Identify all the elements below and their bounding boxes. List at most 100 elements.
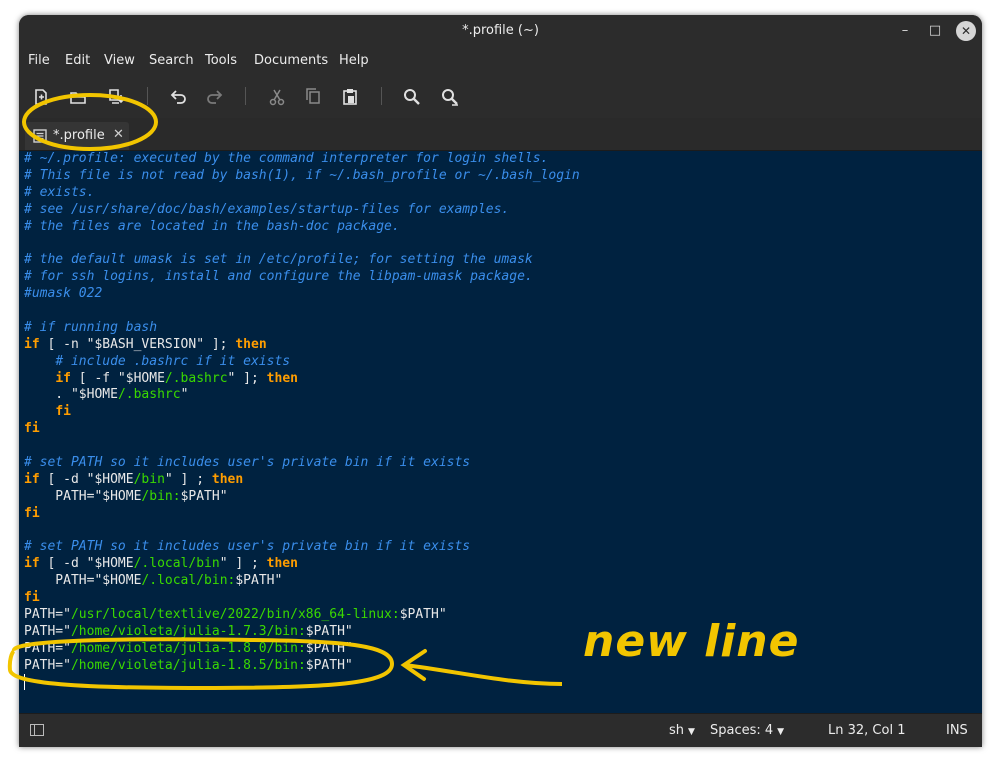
title-bar[interactable]: *.profile (~) – □ ✕ — [19, 15, 982, 48]
code-token: " ]; — [227, 370, 267, 386]
code-token: if — [24, 471, 40, 487]
save-icon[interactable] — [105, 86, 127, 108]
open-folder-icon[interactable] — [67, 86, 89, 108]
code-line[interactable] — [24, 675, 580, 692]
code-token: # set PATH so it includes user's private… — [24, 455, 471, 471]
window-title: *.profile (~) — [462, 23, 539, 38]
maximize-button[interactable]: □ — [925, 21, 945, 41]
code-line[interactable]: if [ -n "$BASH_VERSION" ]; then — [24, 337, 580, 354]
tab-width-selector[interactable]: Spaces: 4 ▼ — [710, 723, 784, 738]
annotation-text: new line — [583, 616, 800, 667]
menu-view[interactable]: View — [104, 53, 135, 68]
code-token: " — [274, 573, 283, 589]
menu-file[interactable]: File — [28, 53, 50, 68]
cut-icon[interactable] — [266, 86, 288, 108]
code-line[interactable]: fi — [24, 590, 580, 607]
code-line[interactable]: if [ -f "$HOME/.bashrc" ]; then — [24, 371, 580, 388]
code-token: $PATH — [180, 488, 220, 504]
code-line[interactable]: # exists. — [24, 185, 580, 202]
code-token: $HOME — [102, 488, 142, 504]
menu-help[interactable]: Help — [339, 53, 369, 68]
menu-bar: File Edit View Search Tools Documents He… — [19, 48, 982, 74]
search-icon[interactable] — [401, 86, 423, 108]
close-button[interactable]: ✕ — [956, 21, 976, 41]
gedit-window: *.profile (~) – □ ✕ File Edit View Searc… — [19, 15, 982, 747]
code-line[interactable]: PATH="/home/violeta/julia-1.8.5/bin:$PAT… — [24, 658, 580, 675]
code-line[interactable]: PATH="$HOME/.local/bin:$PATH" — [24, 573, 580, 590]
menu-edit[interactable]: Edit — [65, 53, 90, 68]
code-token: [ -d " — [39, 556, 95, 572]
code-line[interactable]: #umask 022 — [24, 286, 580, 303]
insert-mode: INS — [946, 723, 968, 738]
language-selector[interactable]: sh ▼ — [669, 723, 695, 738]
code-line[interactable]: PATH="/home/violeta/julia-1.7.3/bin:$PAT… — [24, 624, 580, 641]
code-line[interactable]: . "$HOME/.bashrc" — [24, 387, 580, 404]
code-line[interactable]: PATH="$HOME/bin:$PATH" — [24, 489, 580, 506]
code-token: if — [24, 556, 40, 572]
code-token: fi — [24, 505, 40, 521]
code-token: $PATH — [305, 623, 345, 639]
code-line[interactable] — [24, 235, 580, 252]
code-token: /home/violeta/julia-1.7.3/bin: — [70, 623, 306, 639]
copy-icon[interactable] — [302, 86, 324, 108]
code-line[interactable]: if [ -d "$HOME/bin" ] ; then — [24, 472, 580, 489]
code-line[interactable]: PATH="/usr/local/textlive/2022/bin/x86_6… — [24, 607, 580, 624]
search-replace-icon[interactable] — [439, 86, 461, 108]
code-line[interactable]: fi — [24, 421, 580, 438]
code-content[interactable]: # ~/.profile: executed by the command in… — [24, 151, 580, 692]
code-token: " — [438, 607, 447, 623]
menu-tools[interactable]: Tools — [205, 53, 237, 68]
code-line[interactable] — [24, 438, 580, 455]
code-token: " — [219, 488, 228, 504]
code-line[interactable]: # see /usr/share/doc/bash/examples/start… — [24, 202, 580, 219]
tab-profile[interactable]: *.profile ✕ — [25, 122, 129, 150]
cursor-position[interactable]: Ln 32, Col 1 — [828, 723, 905, 738]
code-token: then — [211, 471, 244, 487]
code-line[interactable]: if [ -d "$HOME/.local/bin" ] ; then — [24, 556, 580, 573]
code-token: # if running bash — [24, 319, 158, 335]
code-line[interactable]: # if running bash — [24, 320, 580, 337]
tab-close-icon[interactable]: ✕ — [113, 127, 124, 142]
code-line[interactable] — [24, 303, 580, 320]
code-line[interactable]: # include .bashrc if it exists — [24, 354, 580, 371]
undo-icon[interactable] — [167, 86, 189, 108]
menu-search[interactable]: Search — [149, 53, 194, 68]
toolbar-separator — [381, 87, 382, 105]
code-line[interactable]: # the default umask is set in /etc/profi… — [24, 252, 580, 269]
toolbar-separator — [147, 87, 148, 105]
code-line[interactable]: PATH="/home/violeta/julia-1.8.0/bin:$PAT… — [24, 641, 580, 658]
side-panel-icon[interactable] — [30, 724, 44, 736]
code-token: " — [344, 623, 353, 639]
code-token: [ -d " — [39, 471, 95, 487]
code-token: . " — [24, 387, 79, 403]
text-editor[interactable]: # ~/.profile: executed by the command in… — [19, 151, 982, 713]
code-token: # for ssh logins, install and configure … — [24, 269, 533, 285]
redo-icon[interactable] — [204, 86, 226, 108]
tab-width-label: Spaces: 4 — [710, 723, 774, 738]
new-document-icon[interactable] — [30, 86, 52, 108]
code-line[interactable] — [24, 523, 580, 540]
code-line[interactable]: # This file is not read by bash(1), if ~… — [24, 168, 580, 185]
code-line[interactable]: # set PATH so it includes user's private… — [24, 539, 580, 556]
code-token: PATH=" — [24, 623, 71, 639]
code-line[interactable]: fi — [24, 404, 580, 421]
code-line[interactable]: # set PATH so it includes user's private… — [24, 455, 580, 472]
code-token: fi — [24, 590, 40, 606]
code-line[interactable]: # the files are located in the bash-doc … — [24, 219, 580, 236]
code-token: then — [266, 370, 298, 386]
minimize-button[interactable]: – — [895, 21, 915, 41]
code-token: then — [266, 556, 298, 572]
code-token: PATH=" — [24, 657, 71, 673]
code-line[interactable]: # ~/.profile: executed by the command in… — [24, 151, 580, 168]
code-line[interactable]: fi — [24, 506, 580, 523]
paste-icon[interactable] — [339, 86, 361, 108]
menu-documents[interactable]: Documents — [254, 53, 328, 68]
code-token: then — [235, 336, 267, 352]
code-line[interactable]: # for ssh logins, install and configure … — [24, 269, 580, 286]
code-token: fi — [24, 421, 40, 437]
code-token: PATH=" — [24, 640, 71, 656]
code-token: $HOME — [94, 471, 134, 487]
